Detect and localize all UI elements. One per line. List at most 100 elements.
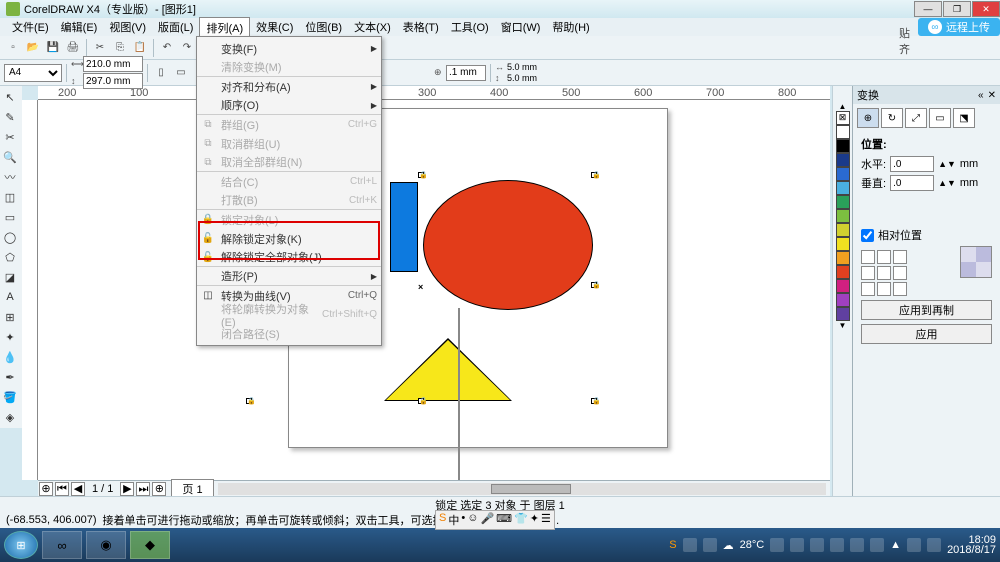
guide-line[interactable] (458, 308, 460, 480)
menu-item-2[interactable]: 对齐和分布(A)▶ (197, 77, 381, 96)
tray-icon-4[interactable] (790, 538, 804, 552)
ellipse-tool[interactable]: ◯ (1, 228, 19, 246)
color-swatch-11[interactable] (836, 279, 850, 293)
task-app-1[interactable]: ∞ (42, 531, 82, 559)
menu-4[interactable]: 排列(A) (199, 17, 250, 38)
menu-item-11[interactable]: 🔓解除锁定全部对象(J) (197, 248, 381, 267)
no-color-swatch[interactable]: ⊠ (836, 111, 850, 125)
page-width-input[interactable] (83, 56, 143, 72)
clock[interactable]: 18:09 2018/8/17 (947, 535, 996, 555)
tray-network-icon[interactable] (927, 538, 941, 552)
ime-skin-icon[interactable]: 👕 (514, 512, 528, 528)
color-swatch-2[interactable] (836, 153, 850, 167)
menu-6[interactable]: 位图(B) (299, 17, 348, 38)
apply-duplicate-button[interactable]: 应用到再制 (861, 300, 992, 320)
last-page-button[interactable]: ⏭ (136, 482, 150, 496)
start-button[interactable]: ⊞ (4, 531, 38, 559)
color-swatch-4[interactable] (836, 181, 850, 195)
portrait-button[interactable]: ▯ (152, 64, 170, 82)
interactive-tool[interactable]: ✦ (1, 328, 19, 346)
anchor-bl[interactable] (861, 282, 875, 296)
cloud-upload-button[interactable]: ∞ 远程上传 (918, 18, 1000, 36)
palette-scroll-up[interactable]: ▲ (839, 102, 847, 111)
docker-close-icon[interactable]: ✕ (988, 90, 996, 101)
ime-menu-icon[interactable]: ☰ (541, 512, 551, 528)
color-swatch-5[interactable] (836, 195, 850, 209)
landscape-button[interactable]: ▭ (172, 64, 190, 82)
anchor-grid[interactable] (861, 250, 907, 296)
relative-position-checkbox[interactable] (861, 229, 874, 242)
color-swatch-6[interactable] (836, 209, 850, 223)
tray-icon-8[interactable] (870, 538, 884, 552)
task-coreldraw[interactable]: ◆ (130, 531, 170, 559)
add-page-button[interactable]: ⊕ (39, 482, 53, 496)
tray-icon-2[interactable] (703, 538, 717, 552)
tray-icon-3[interactable] (770, 538, 784, 552)
selection-handle-bc[interactable]: 🔒 (418, 398, 424, 404)
menu-5[interactable]: 效果(C) (250, 17, 299, 38)
color-swatch-3[interactable] (836, 167, 850, 181)
menu-2[interactable]: 视图(V) (103, 17, 152, 38)
paste-button[interactable] (131, 39, 149, 57)
anchor-ml[interactable] (861, 266, 875, 280)
tray-icon-1[interactable] (683, 538, 697, 552)
selection-handle-br[interactable]: 🔒 (591, 398, 597, 404)
outline-tool[interactable]: ✒ (1, 368, 19, 386)
color-swatch-1[interactable] (836, 139, 850, 153)
menu-8[interactable]: 表格(T) (397, 17, 445, 38)
canvas[interactable]: 🔒 🔒 🔒 🔒 🔒 🔒 🔒 🔒 × (38, 100, 830, 480)
close-button[interactable]: ✕ (972, 1, 1000, 17)
menu-0[interactable]: 文件(E) (6, 17, 55, 38)
eyedropper-tool[interactable]: 💧 (1, 348, 19, 366)
pick-tool[interactable]: ↖ (1, 88, 19, 106)
skew-tab[interactable]: ⬔ (953, 108, 975, 128)
task-chrome[interactable]: ◉ (86, 531, 126, 559)
rectangle-tool[interactable]: ▭ (1, 208, 19, 226)
freehand-tool[interactable]: 〰 (1, 168, 19, 186)
page-height-input[interactable] (83, 73, 143, 89)
anchor-mc[interactable] (877, 266, 891, 280)
polygon-tool[interactable]: ⬠ (1, 248, 19, 266)
tray-sogou-icon[interactable]: S (669, 539, 676, 551)
menu-item-3[interactable]: 顺序(O)▶ (197, 96, 381, 115)
ime-keyboard-icon[interactable]: ⌨ (496, 512, 512, 528)
color-swatch-10[interactable] (836, 265, 850, 279)
apply-button[interactable]: 应用 (861, 324, 992, 344)
scale-tab[interactable]: ⤢ (905, 108, 927, 128)
undo-button[interactable] (158, 39, 176, 57)
tray-icon-6[interactable] (830, 538, 844, 552)
anchor-tr[interactable] (893, 250, 907, 264)
table-tool[interactable]: ⊞ (1, 308, 19, 326)
vertical-input[interactable] (890, 175, 934, 191)
menu-item-10[interactable]: 🔓解除锁定对象(K) (197, 229, 381, 248)
selection-handle-bl[interactable]: 🔒 (246, 398, 252, 404)
ime-sogou-icon[interactable]: S (439, 512, 446, 528)
tray-icon-5[interactable] (810, 538, 824, 552)
cut-button[interactable] (91, 39, 109, 57)
new-button[interactable] (4, 39, 22, 57)
tray-icon-7[interactable] (850, 538, 864, 552)
menu-9[interactable]: 工具(O) (445, 17, 495, 38)
anchor-bc[interactable] (877, 282, 891, 296)
menu-10[interactable]: 窗口(W) (495, 17, 547, 38)
redo-button[interactable] (178, 39, 196, 57)
anchor-tc[interactable] (877, 250, 891, 264)
anchor-tl[interactable] (861, 250, 875, 264)
ime-toolbar[interactable]: S 中 • ☺ 🎤 ⌨ 👕 ✦ ☰ (435, 510, 555, 530)
docker-header[interactable]: 变换 « ✕ (853, 86, 1000, 104)
size-tab[interactable]: ▭ (929, 108, 951, 128)
selection-handle-tc[interactable]: 🔒 (418, 172, 424, 178)
ime-punct-icon[interactable]: • (461, 512, 465, 528)
paper-size-select[interactable]: A4 (4, 64, 62, 82)
ime-lang-icon[interactable]: 中 (448, 512, 459, 528)
triangle-object[interactable] (386, 340, 510, 400)
fill-tool[interactable]: 🪣 (1, 388, 19, 406)
horizontal-input[interactable] (890, 156, 934, 172)
ime-face-icon[interactable]: ☺ (467, 512, 478, 528)
anchor-br[interactable] (893, 282, 907, 296)
ellipse-object[interactable] (423, 180, 593, 310)
save-button[interactable] (44, 39, 62, 57)
text-tool[interactable]: A (1, 288, 19, 306)
menu-1[interactable]: 编辑(E) (55, 17, 104, 38)
basic-shapes-tool[interactable]: ◪ (1, 268, 19, 286)
